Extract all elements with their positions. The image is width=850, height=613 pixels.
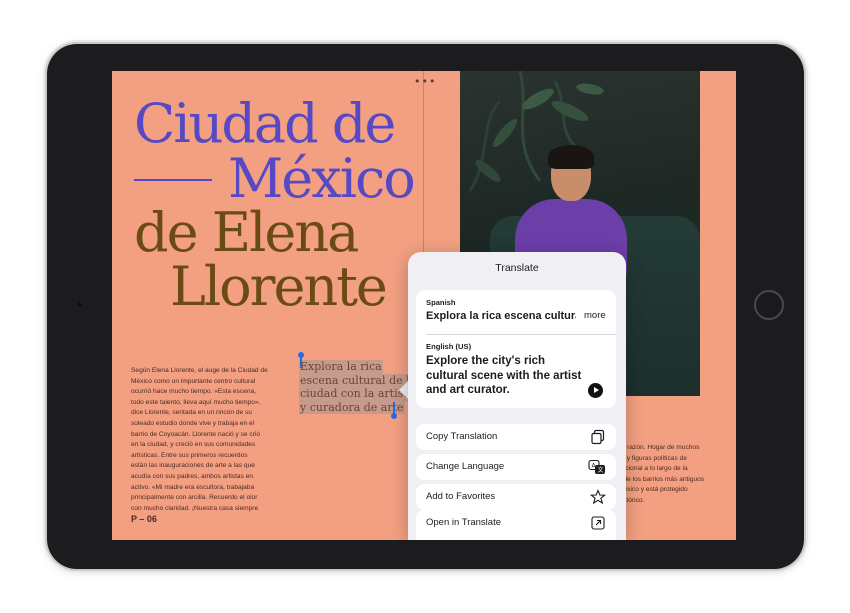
article-body-line: activo. «Mi madre era escultora, trabaja… [131, 483, 255, 491]
article-body-line: están las inauguraciones de arte a las q… [131, 462, 255, 470]
right-column-line: es y figuras políticas de [618, 454, 687, 462]
right-column-text: de razón. Hogar de muchos es y figuras p… [618, 443, 733, 507]
translated-text: Explore the city's rich cultural scene w… [426, 355, 582, 396]
article-body-line: artísticas. Entre sus primeros recuerdos [131, 451, 248, 459]
article-body-line: soleado estudio donde vive y trabaja en … [131, 419, 255, 427]
article-body-line: todo este talento, lleva aquí mucho tiem… [131, 398, 261, 406]
top-dots[interactable]: ••• [414, 75, 436, 88]
translation-card: Spanish Explora la rica escena cultural … [416, 290, 616, 408]
headline-line-4: Llorente [170, 255, 388, 318]
open-in-translate-label: Open in Translate [426, 517, 501, 528]
article-body-line: México como un importante centro cultura… [131, 377, 256, 385]
headline-line-2: México [228, 147, 416, 210]
card-separator [426, 334, 616, 335]
front-camera [77, 302, 82, 307]
play-icon[interactable] [588, 383, 603, 398]
article-body-line: acudía con sus padres, ambos artistas en [131, 472, 254, 480]
headline-dash [134, 179, 212, 181]
add-to-favorites-button[interactable]: Add to Favorites [416, 484, 616, 510]
change-language-label: Change Language [426, 461, 505, 472]
translate-popover: Translate Spanish Explora la rica escena… [408, 252, 626, 540]
popover-title: Translate [495, 262, 539, 274]
selected-quote-line[interactable]: Explora la rica [299, 360, 383, 374]
right-column-line: nacional a lo largo de la [618, 465, 688, 473]
article-body-line: barrio de Coyoacán. Llorente nació y se … [131, 430, 261, 438]
article-body-line: dice Llorente, sentada en un rincón de s… [131, 409, 252, 417]
copy-translation-label: Copy Translation [426, 431, 498, 442]
star-icon [590, 489, 606, 505]
screen: ••• Ciudad de México de Elena Llorente S… [112, 71, 736, 540]
selected-quote-line[interactable]: y curadora de arte [299, 400, 405, 414]
article-body-line: Según Elena Llorente, el auge de la Ciud… [131, 367, 268, 374]
right-column-line: México y está protegido [618, 486, 688, 494]
selected-quote-line[interactable]: ciudad con la artista [299, 387, 416, 401]
headline-line-3: de Elena [134, 201, 359, 264]
article-body-line: principalmente con arcilla. Recuerdo el … [131, 494, 258, 502]
open-in-translate-button[interactable]: Open in Translate [416, 510, 616, 540]
person-hair [548, 145, 594, 169]
target-language-label[interactable]: English (US) [426, 342, 471, 351]
article-body-line: ocurrió hace mucho tiempo. «Esta escena, [131, 388, 256, 396]
selected-quote[interactable]: Explora la rica escena cultural de la ci… [299, 360, 418, 414]
home-button[interactable] [754, 290, 784, 320]
article-body-line: con mucho claridad. ¡Nuestra casa siempr… [131, 504, 259, 512]
source-text: Explora la rica escena cultural de la ci… [426, 310, 576, 322]
more-button[interactable]: more [584, 310, 606, 321]
headline-line-1: Ciudad de [134, 92, 396, 155]
copy-icon [591, 429, 605, 445]
article-body: Según Elena Llorente, el auge de la Ciud… [131, 366, 291, 514]
svg-text:文: 文 [598, 466, 604, 474]
right-column-line: o de los barrios más antiguos [618, 475, 705, 483]
copy-translation-button[interactable]: Copy Translation [416, 424, 616, 450]
add-to-favorites-label: Add to Favorites [426, 491, 496, 502]
change-language-button[interactable]: Change Language A 文 [416, 454, 616, 480]
ipad-device: ••• Ciudad de México de Elena Llorente S… [47, 44, 804, 569]
selection-start-handle[interactable] [298, 352, 304, 358]
article-body-line: en la ciudad, y creció en sus comunidade… [131, 441, 256, 449]
selection-end-handle[interactable] [391, 413, 397, 419]
right-column-line: histórico. [618, 496, 645, 504]
source-language-label: Spanish [426, 298, 456, 307]
right-column-line: de razón. Hogar de muchos [618, 444, 700, 451]
page-number: P – 06 [131, 514, 157, 524]
open-external-icon [591, 516, 605, 530]
translate-language-icon: A 文 [588, 459, 605, 474]
